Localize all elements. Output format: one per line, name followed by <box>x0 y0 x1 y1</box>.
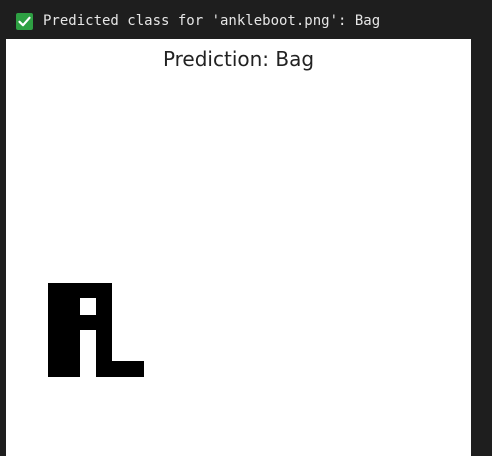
output-message-text: Predicted class for 'ankleboot.png': Bag <box>43 13 381 29</box>
output-message-line: Predicted class for 'ankleboot.png': Bag <box>16 10 380 32</box>
checkmark-icon <box>16 12 33 30</box>
plot-figure: Prediction: Bag <box>6 39 471 456</box>
prediction-image <box>48 283 144 377</box>
